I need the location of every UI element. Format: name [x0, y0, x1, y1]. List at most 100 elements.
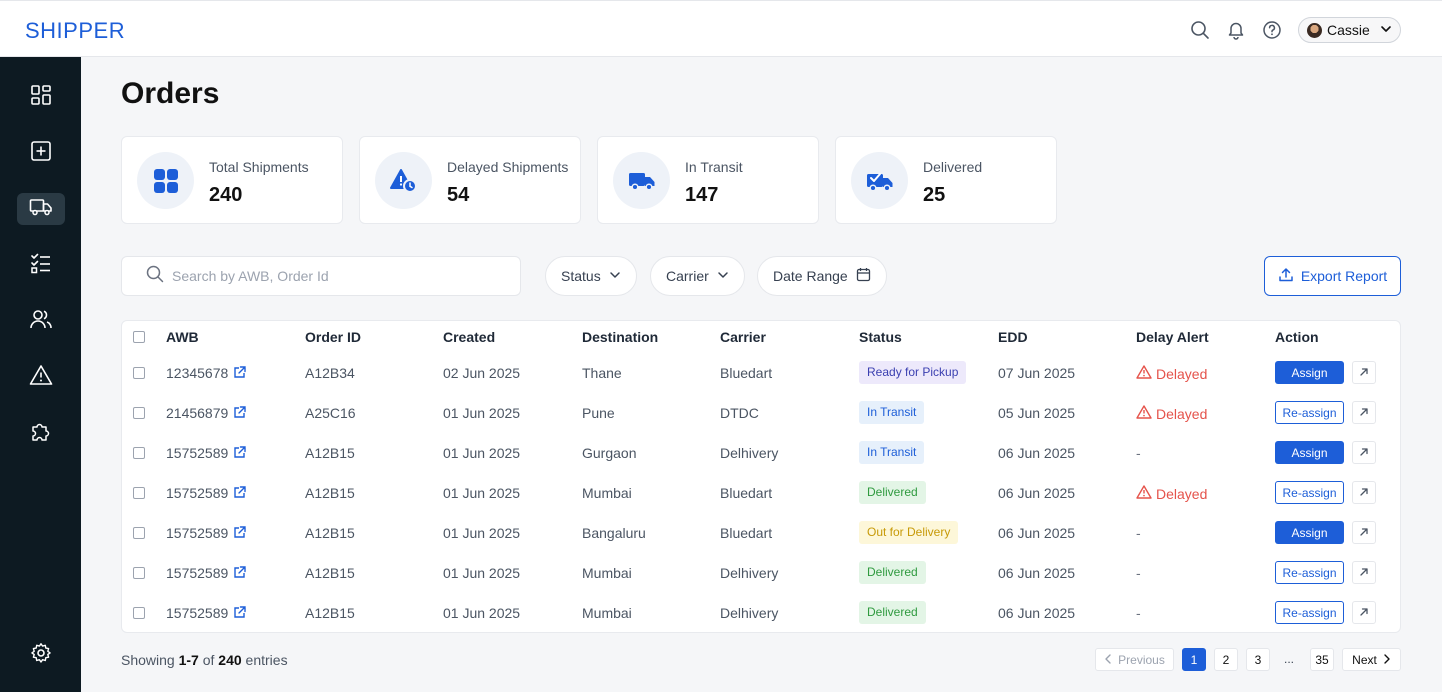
search-icon[interactable] [1189, 19, 1211, 41]
stat-label: Total Shipments [209, 159, 309, 175]
open-order-button[interactable] [1352, 601, 1376, 624]
awb-link[interactable]: 21456879 [166, 405, 228, 421]
open-order-button[interactable] [1352, 561, 1376, 584]
app-logo[interactable]: SHIPPER [25, 18, 125, 44]
row-checkbox[interactable] [133, 567, 145, 579]
arrow-up-right-icon [1359, 604, 1369, 622]
chevron-left-icon [1104, 653, 1112, 667]
showing-suffix: entries [245, 652, 288, 668]
assign-button[interactable]: Assign [1275, 441, 1344, 464]
stat-value: 147 [685, 184, 719, 206]
export-report-button[interactable]: Export Report [1264, 256, 1401, 296]
stat-value: 54 [447, 184, 470, 206]
created-date-cell: 01 Jun 2025 [443, 565, 521, 581]
row-checkbox[interactable] [133, 447, 145, 459]
carrier-filter[interactable]: Carrier [650, 256, 745, 296]
awb-link[interactable]: 15752589 [166, 485, 228, 501]
awb-link[interactable]: 15752589 [166, 445, 228, 461]
page-button-2[interactable]: 2 [1214, 648, 1238, 671]
carrier-cell: Delhivery [720, 605, 779, 621]
external-link-icon[interactable] [233, 446, 246, 459]
open-order-button[interactable] [1352, 441, 1376, 464]
external-link-icon[interactable] [233, 566, 246, 579]
open-order-button[interactable] [1352, 521, 1376, 544]
awb-link[interactable]: 12345678 [166, 365, 228, 381]
row-checkbox[interactable] [133, 607, 145, 619]
row-checkbox[interactable] [133, 527, 145, 539]
column-header-awb[interactable]: AWB [166, 329, 199, 345]
column-header-delay-alert[interactable]: Delay Alert [1136, 329, 1209, 345]
column-header-order-id[interactable]: Order ID [305, 329, 361, 345]
sidebar-item-add[interactable] [17, 137, 65, 169]
sidebar-item-integrations[interactable] [17, 417, 65, 449]
column-header-edd[interactable]: EDD [998, 329, 1028, 345]
column-header-destination[interactable]: Destination [582, 329, 658, 345]
bell-icon[interactable] [1225, 19, 1247, 41]
open-order-button[interactable] [1352, 401, 1376, 424]
delay-alert-empty: - [1136, 525, 1141, 541]
chevron-right-icon [1383, 653, 1391, 667]
reassign-button[interactable]: Re-assign [1275, 401, 1344, 424]
status-badge: In Transit [859, 401, 925, 424]
open-order-button[interactable] [1352, 361, 1376, 384]
date-range-label: Date Range [773, 268, 848, 284]
edd-cell: 06 Jun 2025 [998, 445, 1076, 461]
arrow-up-right-icon [1359, 404, 1369, 422]
awb-link[interactable]: 15752589 [166, 565, 228, 581]
reassign-button[interactable]: Re-assign [1275, 561, 1344, 584]
row-checkbox[interactable] [133, 407, 145, 419]
sidebar-item-users[interactable] [17, 305, 65, 337]
chevron-down-icon [1380, 22, 1392, 38]
page-button-3[interactable]: 3 [1246, 648, 1270, 671]
order-id-cell: A12B15 [305, 525, 355, 541]
external-link-icon[interactable] [233, 366, 246, 379]
column-header-created[interactable]: Created [443, 329, 495, 345]
destination-cell: Pune [582, 405, 615, 421]
external-link-icon[interactable] [233, 606, 246, 619]
sidebar-item-alerts[interactable] [17, 361, 65, 393]
sidebar-item-orders[interactable] [17, 193, 65, 225]
reassign-button[interactable]: Re-assign [1275, 601, 1344, 624]
showing-prefix: Showing [121, 652, 175, 668]
sidebar-item-dashboard[interactable] [17, 81, 65, 113]
external-link-icon[interactable] [233, 526, 246, 539]
open-order-button[interactable] [1352, 481, 1376, 504]
previous-page-button[interactable]: Previous [1095, 648, 1174, 671]
select-all-checkbox[interactable] [133, 331, 145, 343]
edd-cell: 07 Jun 2025 [998, 365, 1076, 381]
status-badge: Delivered [859, 561, 926, 584]
delay-alert-label: Delayed [1156, 365, 1208, 382]
edd-cell: 06 Jun 2025 [998, 485, 1076, 501]
column-header-status[interactable]: Status [859, 329, 902, 345]
help-icon[interactable] [1261, 19, 1283, 41]
page-button-1[interactable]: 1 [1182, 648, 1206, 671]
search-input[interactable]: Search by AWB, Order Id [121, 256, 521, 296]
external-link-icon[interactable] [233, 406, 246, 419]
status-filter[interactable]: Status [545, 256, 637, 296]
awb-link[interactable]: 15752589 [166, 525, 228, 541]
reassign-button[interactable]: Re-assign [1275, 481, 1344, 504]
status-badge: Out for Delivery [859, 521, 959, 544]
awb-link[interactable]: 15752589 [166, 605, 228, 621]
stat-card-in-transit: In Transit 147 [597, 136, 819, 224]
row-checkbox[interactable] [133, 487, 145, 499]
row-checkbox[interactable] [133, 367, 145, 379]
next-page-button[interactable]: Next [1342, 648, 1401, 671]
assign-button[interactable]: Assign [1275, 361, 1344, 384]
user-menu[interactable]: Cassie [1298, 17, 1401, 43]
order-id-cell: A12B15 [305, 445, 355, 461]
sidebar-item-settings[interactable] [17, 639, 65, 671]
arrow-up-right-icon [1359, 364, 1369, 382]
created-date-cell: 01 Jun 2025 [443, 525, 521, 541]
stat-label: In Transit [685, 159, 743, 175]
date-range-filter[interactable]: Date Range [757, 256, 887, 296]
assign-button[interactable]: Assign [1275, 521, 1344, 544]
edd-cell: 06 Jun 2025 [998, 605, 1076, 621]
users-icon [29, 308, 53, 335]
page-button-last[interactable]: 35 [1310, 648, 1334, 671]
sidebar-item-checklist[interactable] [17, 249, 65, 281]
column-header-carrier[interactable]: Carrier [720, 329, 766, 345]
carrier-cell: Bluedart [720, 525, 773, 541]
external-link-icon[interactable] [233, 486, 246, 499]
delay-alert-label: Delayed [1156, 405, 1208, 422]
